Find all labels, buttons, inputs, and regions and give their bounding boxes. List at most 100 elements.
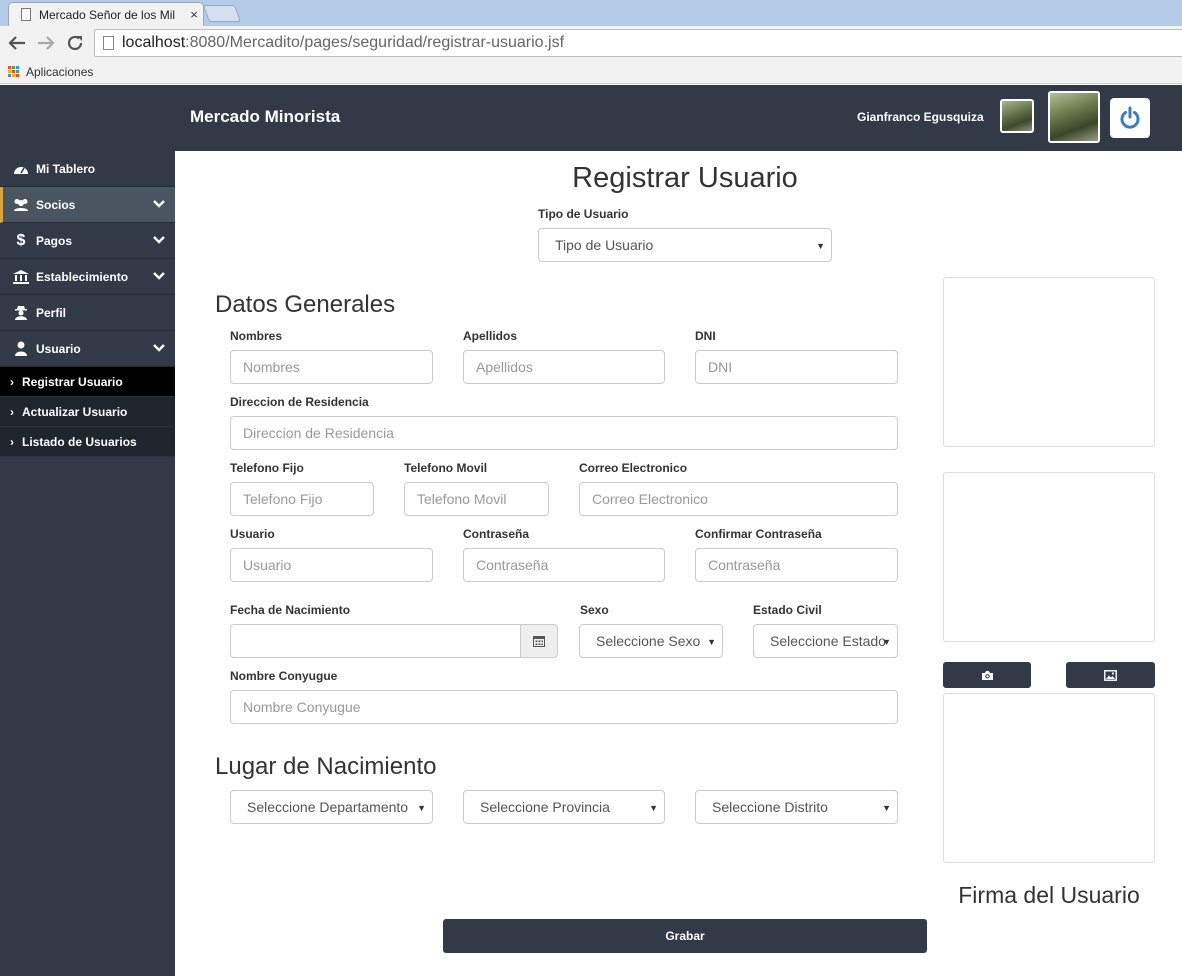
chevron-down-icon	[153, 270, 165, 284]
tipo-usuario-select[interactable]: Tipo de Usuario ▼	[538, 228, 832, 262]
dollar-icon: $	[16, 231, 26, 249]
avatar[interactable]	[1000, 99, 1034, 133]
photo-preview-box	[943, 277, 1155, 447]
chevron-right-icon: ›	[10, 374, 14, 389]
tab-close-icon[interactable]: ×	[185, 7, 203, 22]
section-lugar-nacimiento: Lugar de Nacimiento	[215, 753, 437, 780]
browser-tab[interactable]: Mercado Señor de los Mil ×	[8, 2, 204, 26]
reload-icon[interactable]	[64, 32, 86, 54]
user-secret-icon	[12, 305, 30, 320]
confirmar-contrasena-label: Confirmar Contraseña	[695, 527, 822, 541]
usuario-label: Usuario	[230, 527, 275, 541]
chevron-down-icon	[153, 234, 165, 248]
sidebar-item-establecimiento[interactable]: Establecimiento	[0, 259, 175, 295]
sidebar-subitem-label: Registrar Usuario	[22, 374, 123, 389]
direccion-field[interactable]: Direccion de Residencia	[230, 416, 898, 450]
sidebar-subitem-label: Actualizar Usuario	[22, 404, 128, 419]
chevron-down-icon	[153, 342, 165, 356]
contrasena-label: Contraseña	[463, 527, 530, 541]
users-icon	[12, 198, 30, 211]
dni-field[interactable]: DNI	[695, 350, 898, 384]
user-icon	[12, 341, 30, 356]
caret-down-icon: ▼	[707, 637, 716, 647]
select-value: Seleccione Sexo	[596, 633, 701, 649]
telefono-movil-field[interactable]: Telefono Movil	[404, 482, 549, 516]
sexo-select[interactable]: Seleccione Sexo ▼	[579, 624, 723, 658]
avatar-large[interactable]	[1048, 91, 1100, 143]
page-icon	[103, 36, 114, 50]
image-icon	[1104, 669, 1117, 681]
sidebar-item-label: Usuario	[36, 341, 81, 356]
section-datos-generales: Datos Generales	[215, 291, 396, 318]
correo-field[interactable]: Correo Electronico	[579, 482, 898, 516]
page-icon	[21, 8, 31, 21]
nombres-field[interactable]: Nombres	[230, 350, 433, 384]
back-icon[interactable]	[6, 32, 28, 54]
fecha-nacimiento-field[interactable]	[230, 624, 521, 658]
power-icon	[1120, 106, 1140, 129]
conyugue-field[interactable]: Nombre Conyugue	[230, 690, 898, 724]
distrito-select[interactable]: Seleccione Distrito ▼	[695, 790, 898, 824]
sidebar-subitem-listado-usuarios[interactable]: › Listado de Usuarios	[0, 427, 175, 457]
signature-label: Firma del Usuario	[958, 882, 1140, 908]
sidebar-subitem-label: Listado de Usuarios	[22, 434, 137, 449]
logout-button[interactable]	[1110, 98, 1150, 138]
sidebar-item-mi-tablero[interactable]: Mi Tablero	[0, 151, 175, 187]
photo-preview-box-2	[943, 472, 1155, 642]
url-host: localhost	[122, 34, 186, 51]
select-value: Seleccione Provincia	[480, 799, 610, 815]
dashboard-icon	[12, 163, 30, 175]
sidebar-item-label: Mi Tablero	[36, 161, 96, 176]
caret-down-icon: ▼	[816, 241, 825, 251]
calendar-button[interactable]	[520, 624, 558, 658]
chevron-right-icon: ›	[10, 404, 14, 419]
contrasena-field[interactable]: Contraseña	[463, 548, 665, 582]
bookmark-apps[interactable]: Aplicaciones	[26, 65, 93, 79]
select-value: Seleccione Departamento	[247, 799, 409, 815]
apps-grid-icon[interactable]	[8, 66, 19, 77]
brand-title[interactable]: Mercado Minorista	[190, 107, 340, 127]
user-name[interactable]: Gianfranco Egusquiza	[857, 110, 984, 124]
chevron-right-icon: ›	[10, 434, 14, 449]
sidebar: Mi Tablero Socios $ Pagos Establecimient…	[0, 151, 175, 976]
estado-civil-label: Estado Civil	[753, 603, 822, 617]
confirmar-contrasena-field[interactable]: Contraseña	[695, 548, 898, 582]
address-bar[interactable]: localhost:8080/Mercadito/pages/seguridad…	[94, 29, 1182, 57]
correo-label: Correo Electronico	[579, 461, 688, 475]
sidebar-item-perfil[interactable]: Perfil	[0, 295, 175, 331]
sidebar-item-usuario[interactable]: Usuario	[0, 331, 175, 367]
estado-civil-select[interactable]: Seleccione Estado ▼	[753, 624, 898, 658]
new-tab-button[interactable]	[202, 5, 242, 22]
dni-label: DNI	[695, 329, 716, 343]
sidebar-subitem-registrar-usuario[interactable]: › Registrar Usuario	[0, 367, 175, 397]
sidebar-item-label: Establecimiento	[36, 269, 129, 284]
app-header: Mercado Minorista Gianfranco Egusquiza	[0, 85, 1182, 151]
sidebar-item-label: Perfil	[36, 305, 67, 320]
sidebar-item-socios[interactable]: Socios	[0, 187, 175, 223]
camera-button[interactable]	[943, 662, 1031, 688]
fecha-nacimiento-label: Fecha de Nacimiento	[230, 603, 351, 617]
bookmarks-bar: Aplicaciones	[0, 60, 1182, 84]
forward-icon[interactable]	[35, 32, 57, 54]
caret-down-icon: ▼	[649, 803, 658, 813]
sidebar-subitem-actualizar-usuario[interactable]: › Actualizar Usuario	[0, 397, 175, 427]
caret-down-icon: ▼	[417, 803, 426, 813]
browser-tabstrip: Mercado Señor de los Mil ×	[0, 0, 1182, 26]
provincia-select[interactable]: Seleccione Provincia ▼	[463, 790, 665, 824]
usuario-field[interactable]: Usuario	[230, 548, 433, 582]
apellidos-field[interactable]: Apellidos	[463, 350, 665, 384]
telefono-fijo-field[interactable]: Telefono Fijo	[230, 482, 374, 516]
departamento-select[interactable]: Seleccione Departamento ▼	[230, 790, 433, 824]
telefono-movil-label: Telefono Movil	[404, 461, 488, 475]
sidebar-item-label: Pagos	[36, 233, 73, 248]
save-button[interactable]: Grabar	[443, 919, 927, 953]
chevron-down-icon	[153, 198, 165, 212]
signature-box[interactable]	[943, 693, 1155, 863]
tipo-usuario-label: Tipo de Usuario	[538, 207, 629, 221]
camera-icon	[981, 670, 993, 680]
tab-title: Mercado Señor de los Mil	[39, 7, 176, 22]
image-upload-button[interactable]	[1066, 662, 1155, 688]
conyugue-label: Nombre Conyugue	[230, 669, 338, 683]
telefono-fijo-label: Telefono Fijo	[230, 461, 304, 475]
sidebar-item-pagos[interactable]: $ Pagos	[0, 223, 175, 259]
